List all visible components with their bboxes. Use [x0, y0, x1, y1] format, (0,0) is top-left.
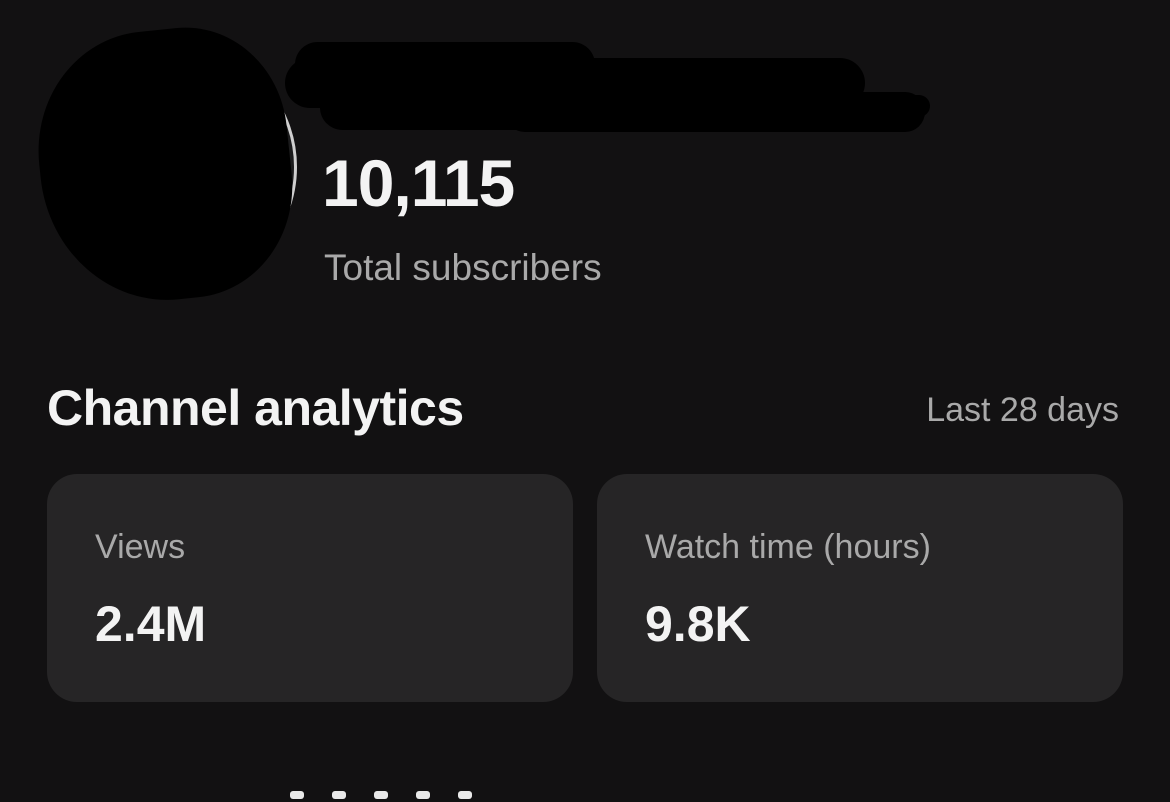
- subscriber-count: 10,115: [322, 146, 515, 220]
- avatar-redaction: [26, 17, 304, 313]
- watch-time-card[interactable]: Watch time (hours) 9.8K: [597, 474, 1123, 702]
- channel-dashboard: 10,115 Total subscribers Channel analyti…: [0, 0, 1170, 802]
- views-value: 2.4M: [95, 596, 207, 652]
- watch-time-value: 9.8K: [645, 596, 751, 652]
- cut-off-content: [290, 786, 520, 802]
- subscriber-label: Total subscribers: [324, 247, 602, 288]
- period-label: Last 28 days: [926, 391, 1119, 429]
- channel-name-redaction: [275, 40, 935, 135]
- views-card[interactable]: Views 2.4M: [47, 474, 573, 702]
- views-label: Views: [95, 528, 186, 566]
- watch-time-label: Watch time (hours): [645, 528, 931, 566]
- section-title: Channel analytics: [47, 380, 464, 436]
